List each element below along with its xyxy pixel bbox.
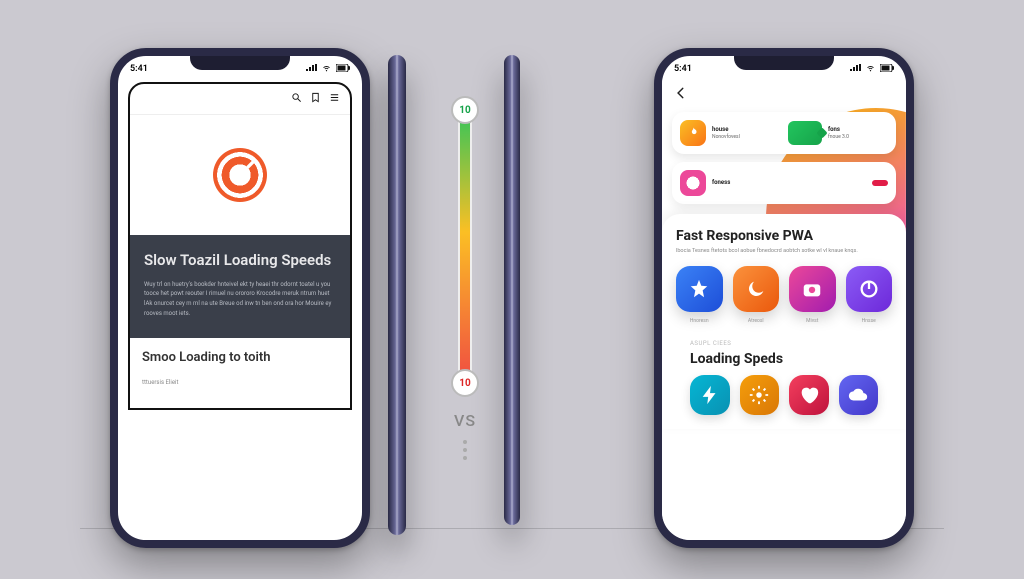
fast-main-panel: Fast Responsive PWA lbocia Tesnes ftetot…	[662, 214, 906, 429]
tile-bolt[interactable]	[690, 375, 730, 415]
section2-title: Loading Speds	[690, 351, 878, 367]
top-card-cell-2: fons fnoue 3.0	[788, 120, 888, 146]
fast-headline: Fast Responsive PWA	[676, 228, 892, 244]
status-time: 5:41	[674, 64, 692, 74]
battery-icon	[336, 64, 350, 75]
battery-icon	[880, 64, 894, 75]
slow-card-title: Smoo Loading to toith	[142, 350, 338, 365]
speed-gauge: 10 10	[458, 100, 472, 393]
slow-hero	[130, 115, 350, 235]
row2-text: foness	[712, 179, 730, 186]
fast-subtext: lbocia Tesnes ftetots bcol aobue fbnedoc…	[676, 248, 892, 256]
status-badge	[872, 180, 888, 186]
back-arrow-icon[interactable]	[672, 84, 690, 102]
fast-section-2: ASUPL CIEES Loading Speds	[676, 324, 892, 415]
tile-row-1	[676, 266, 892, 313]
signal-icon	[306, 64, 317, 75]
phone-notch	[734, 56, 834, 70]
signal-icon	[850, 64, 861, 75]
gauge-top-value: 10	[451, 96, 479, 124]
price-tag-icon	[788, 121, 822, 145]
tile-heart[interactable]	[789, 375, 829, 415]
wifi-icon	[321, 64, 332, 75]
flame-icon	[680, 120, 706, 146]
phone-side-rail-right	[504, 55, 520, 525]
search-icon[interactable]	[291, 92, 302, 106]
center-gauge: 10 10 VS	[430, 100, 500, 460]
phone-side-rail-left	[388, 55, 406, 535]
tile-row-2	[690, 375, 878, 415]
target-small-icon	[680, 170, 706, 196]
slow-page-frame: Slow Toazil Loading Speeds Wuy trl on hu…	[128, 82, 352, 410]
vs-label: VS	[454, 411, 476, 430]
slow-content-block: Slow Toazil Loading Speeds Wuy trl on hu…	[130, 235, 350, 338]
section2-kicker: ASUPL CIEES	[690, 340, 731, 347]
bookmark-icon[interactable]	[310, 92, 321, 106]
phone-fast: 5:41 house	[654, 48, 914, 548]
tile-camera[interactable]	[789, 266, 836, 313]
tile-cloud[interactable]	[839, 375, 879, 415]
top-card-2-text: fons fnoue 3.0	[828, 126, 849, 139]
fast-top-card[interactable]: house Nonovfovesl fons fnoue 3.0	[672, 112, 896, 154]
gauge-bottom-value: 10	[451, 369, 479, 397]
phone-notch	[190, 56, 290, 70]
slow-page-toolbar	[130, 84, 350, 115]
slow-card-sub: tttuersis Elieit	[142, 379, 178, 386]
status-icons	[306, 64, 350, 75]
fast-row-2[interactable]: foness	[672, 162, 896, 204]
tile-gear[interactable]	[740, 375, 780, 415]
target-icon	[213, 148, 267, 202]
status-icons	[850, 64, 894, 75]
menu-icon[interactable]	[329, 92, 340, 106]
phone-slow: 5:41	[110, 48, 370, 548]
fast-topbar	[662, 78, 906, 110]
tile-moon[interactable]	[733, 266, 780, 313]
top-card-cell-1: house Nonovfovesl	[680, 120, 780, 146]
wifi-icon	[865, 64, 876, 75]
gauge-dots	[463, 440, 467, 460]
status-time: 5:41	[130, 64, 148, 74]
slow-body-text: Wuy trl on huetry's bookder hnteivel ekt…	[144, 280, 336, 318]
slow-bottom-card: Smoo Loading to toith tttuersis Elieit	[130, 338, 350, 408]
slow-headline: Slow Toazil Loading Speeds	[144, 251, 336, 270]
tile-power[interactable]	[846, 266, 893, 313]
top-card-1-text: house Nonovfovesl	[712, 126, 740, 139]
tile-star[interactable]	[676, 266, 723, 313]
